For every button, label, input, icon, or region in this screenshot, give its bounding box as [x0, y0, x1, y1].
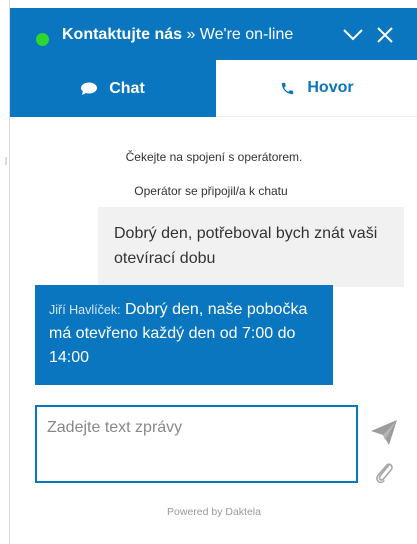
operator-name: Jiří Havlíček:	[49, 303, 121, 317]
tab-chat-label: Chat	[109, 79, 145, 97]
minimize-button[interactable]	[340, 22, 366, 48]
send-button[interactable]	[370, 418, 398, 446]
system-message-joined: Operátor se připojil/a k chatu	[134, 184, 288, 198]
speech-bubble-icon	[81, 82, 98, 95]
send-icon	[371, 420, 397, 445]
chat-header[interactable]: Kontaktujte nás » We're on-line	[10, 8, 417, 60]
header-title-status: » We're on-line	[182, 26, 294, 43]
tab-chat[interactable]: Chat	[10, 60, 216, 117]
system-message-waiting: Čekejte na spojení s operátorem.	[125, 150, 303, 164]
message-input-placeholder: Zadejte text zprávy	[47, 419, 183, 436]
online-status-dot	[36, 33, 49, 46]
close-button[interactable]	[372, 22, 398, 48]
left-edge-mark	[5, 157, 7, 165]
attach-button[interactable]	[373, 459, 395, 485]
user-message-bubble: Dobrý den, potřeboval bych znát vaši ote…	[98, 207, 404, 287]
chat-tabs: Chat Hovor	[10, 60, 417, 117]
operator-message-bubble: Jiří Havlíček: Dobrý den, naše pobočka m…	[35, 285, 333, 385]
header-title-bold: Kontaktujte nás	[62, 26, 183, 43]
message-input[interactable]: Zadejte text zprávy	[35, 405, 358, 483]
powered-by: Powered by Daktela	[167, 506, 261, 518]
tab-call[interactable]: Hovor	[216, 60, 417, 117]
close-icon	[377, 27, 393, 43]
chat-widget: Kontaktujte nás » We're on-line Chat Hov…	[9, 0, 417, 544]
header-title: Kontaktujte nás » We're on-line	[62, 26, 293, 44]
user-message-text: Dobrý den, potřeboval bych znát vaši ote…	[114, 225, 378, 267]
chevron-down-icon	[343, 29, 363, 41]
phone-icon	[280, 81, 295, 96]
paperclip-icon	[376, 463, 393, 484]
tab-call-label: Hovor	[307, 79, 354, 96]
